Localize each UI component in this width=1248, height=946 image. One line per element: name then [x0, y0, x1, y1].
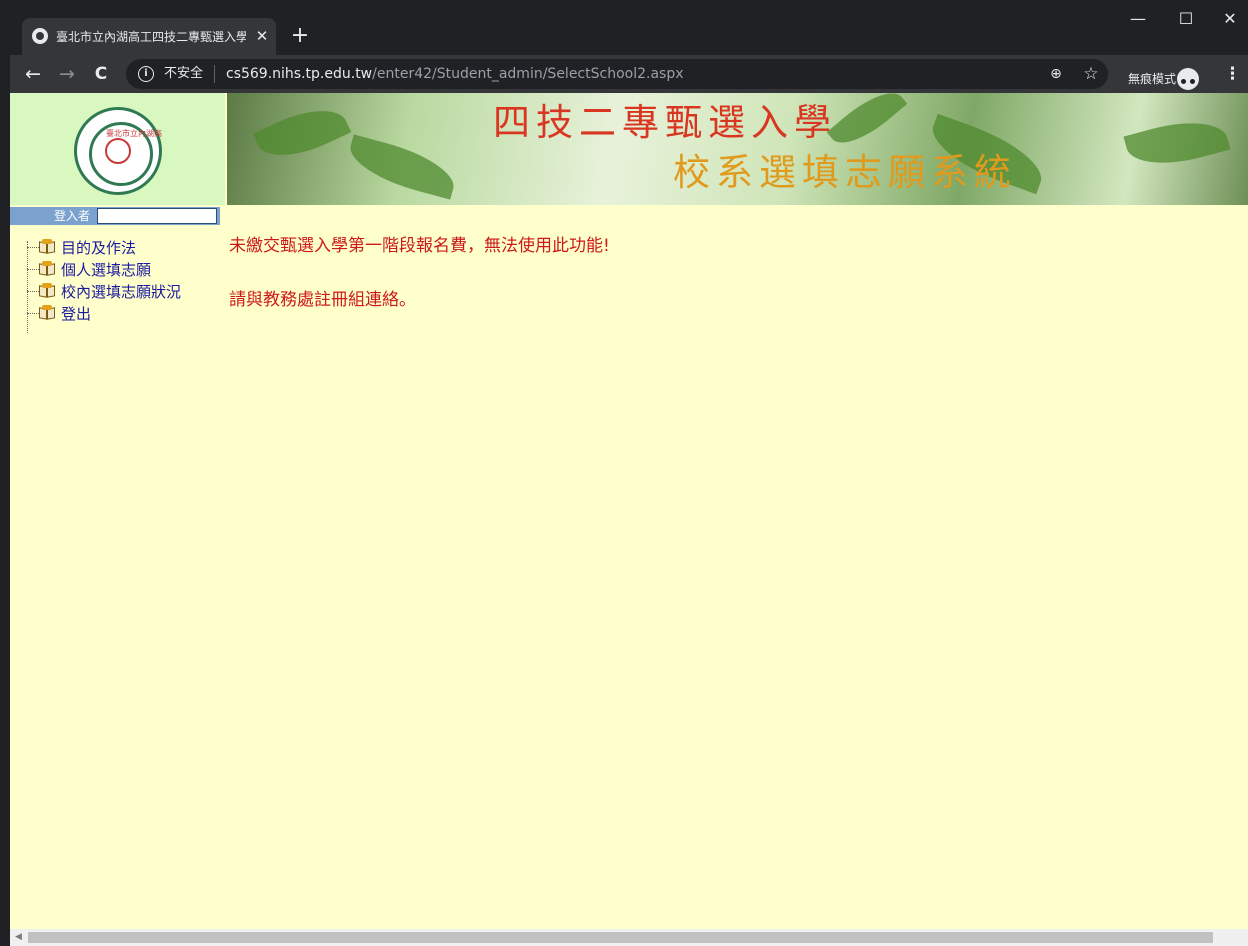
- address-bar[interactable]: i 不安全 cs569.nihs.tp.edu.tw/enter42/Stude…: [126, 59, 1108, 89]
- maximize-icon[interactable]: ☐: [1166, 4, 1206, 34]
- contact-message: 請與教務處註冊組連絡。: [229, 290, 416, 310]
- page-content: 臺北市立內湖高工 四技二專甄選入學 校系選填志願系統 登入者 目的及作法 個人選…: [10, 93, 1248, 929]
- zoom-icon[interactable]: ⊕: [1046, 64, 1066, 84]
- reload-icon[interactable]: C: [88, 61, 114, 87]
- url-divider: [214, 65, 215, 83]
- incognito-icon[interactable]: [1177, 68, 1199, 90]
- browser-chrome: 臺北市立內湖高工四技二專甄選入學 ✕ + — ☐ ✕ ← → C i 不安全 c…: [0, 0, 1248, 93]
- login-label: 登入者: [54, 209, 91, 223]
- banner-title-line2: 校系選填志願系統: [673, 151, 1017, 194]
- logo-panel: 臺北市立內湖高工: [10, 93, 225, 205]
- school-seal-logo: 臺北市立內湖高工: [74, 107, 162, 195]
- sidebar-item-school-status[interactable]: 校內選填志願狀況: [24, 281, 224, 303]
- window-close-icon[interactable]: ✕: [1210, 4, 1248, 34]
- browser-menu-icon[interactable]: ⋮: [1224, 61, 1241, 87]
- login-user-field: [97, 208, 217, 224]
- sidebar-item-logout[interactable]: 登出: [24, 303, 224, 325]
- leaf-decoration: [252, 95, 352, 171]
- tab-title: 臺北市立內湖高工四技二專甄選入學: [56, 30, 246, 44]
- atom-emblem-icon: [105, 138, 131, 164]
- login-bar: 登入者: [10, 207, 220, 225]
- window-edge: [0, 0, 10, 946]
- horizontal-scrollbar[interactable]: ◀: [10, 929, 1248, 946]
- url-text[interactable]: cs569.nihs.tp.edu.tw/enter42/Student_adm…: [226, 64, 684, 84]
- book-icon: [39, 283, 55, 298]
- error-message: 未繳交甄選入學第一階段報名費，無法使用此功能!: [229, 236, 610, 256]
- url-host: cs569.nihs.tp.edu.tw: [226, 66, 373, 82]
- tree-branch: [27, 291, 39, 292]
- sidebar-item-label[interactable]: 登出: [61, 303, 91, 325]
- leaf-decoration: [826, 93, 908, 156]
- info-icon[interactable]: i: [138, 66, 154, 82]
- leaf-decoration: [343, 134, 461, 200]
- tab-strip: 臺北市立內湖高工四技二專甄選入學 ✕ + — ☐ ✕: [0, 0, 1248, 55]
- tree-branch: [27, 247, 39, 248]
- url-path: /enter42/Student_admin/SelectSchool2.asp…: [372, 66, 684, 82]
- sidebar-item-personal-choices[interactable]: 個人選填志願: [24, 259, 224, 281]
- sidebar-item-purpose[interactable]: 目的及作法: [24, 237, 224, 259]
- scrollbar-thumb[interactable]: [28, 932, 1213, 943]
- book-icon: [39, 239, 55, 254]
- security-label[interactable]: 不安全: [164, 64, 203, 84]
- header-banner: 四技二專甄選入學 校系選填志願系統: [227, 93, 1248, 205]
- browser-toolbar: ← → C i 不安全 cs569.nihs.tp.edu.tw/enter42…: [0, 55, 1248, 93]
- tab-close-icon[interactable]: ✕: [252, 26, 272, 46]
- book-icon: [39, 261, 55, 276]
- bookmark-star-icon[interactable]: ☆: [1080, 63, 1102, 85]
- sidebar-item-label[interactable]: 目的及作法: [61, 237, 136, 259]
- tree-branch: [27, 313, 39, 314]
- tree-branch: [27, 269, 39, 270]
- globe-icon: [32, 28, 48, 44]
- minimize-icon[interactable]: —: [1118, 4, 1158, 34]
- leaf-decoration: [1123, 110, 1231, 176]
- scroll-left-arrow-icon[interactable]: ◀: [12, 931, 25, 944]
- forward-icon[interactable]: →: [54, 61, 80, 87]
- browser-tab[interactable]: 臺北市立內湖高工四技二專甄選入學 ✕: [22, 18, 276, 55]
- incognito-label[interactable]: 無痕模式: [1128, 69, 1176, 89]
- sidebar-item-label[interactable]: 個人選填志願: [61, 259, 151, 281]
- banner-title-line1: 四技二專甄選入學: [493, 101, 837, 144]
- back-icon[interactable]: ←: [20, 61, 46, 87]
- book-icon: [39, 305, 55, 320]
- sidebar-menu-tree: 目的及作法 個人選填志願 校內選填志願狀況 登出: [24, 237, 224, 347]
- new-tab-button[interactable]: +: [288, 24, 312, 48]
- sidebar-item-label[interactable]: 校內選填志願狀況: [61, 281, 181, 303]
